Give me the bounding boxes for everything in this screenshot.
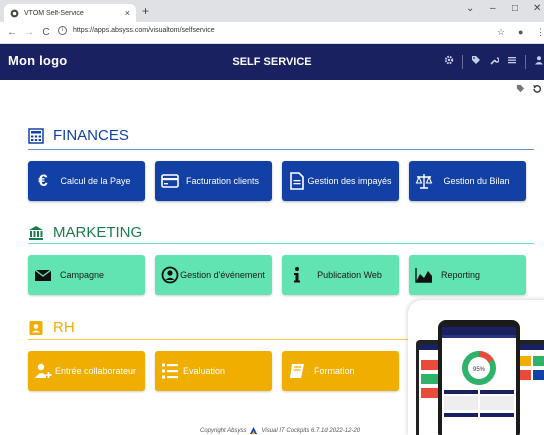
absyss-logo-icon — [250, 427, 258, 434]
tile-label: Formation — [314, 365, 355, 376]
scale-icon — [415, 174, 433, 189]
info-icon — [294, 267, 300, 283]
section-title-marketing: MARKETING — [28, 224, 142, 241]
tag-icon[interactable] — [516, 84, 525, 93]
app-header: Mon logo SELF SERVICE — [0, 44, 544, 80]
site-info-icon[interactable]: i — [58, 26, 67, 35]
new-tab-button[interactable]: + — [142, 4, 149, 18]
section-title-finances: FINANCES — [28, 127, 129, 144]
tab-title: VTOM Self-Service — [24, 9, 84, 17]
bank-icon — [29, 225, 43, 240]
id-card-icon — [29, 320, 43, 335]
maximize-button[interactable]: □ — [512, 3, 518, 14]
url-text: https://apps.absyss.com/visualtom/selfse… — [73, 27, 215, 34]
tile-label: Entrée collaborateur — [54, 365, 137, 376]
document-icon — [290, 172, 304, 190]
tile-calcul-de-la-paye[interactable]: € Calcul de la Paye — [28, 161, 145, 201]
header-divider — [462, 55, 463, 69]
person-icon — [161, 266, 179, 284]
gear-icon[interactable] — [444, 55, 454, 65]
section-title-rh: RH — [28, 319, 75, 336]
copyright-text: Copyright Absyss — [200, 427, 247, 434]
tile-formation[interactable]: Formation — [282, 351, 399, 391]
tile-entree-collaborateur[interactable]: Entrée collaborateur — [28, 351, 145, 391]
section-label: FINANCES — [53, 127, 129, 144]
add-user-icon — [35, 363, 52, 378]
tile-label: Facturation clients — [185, 175, 260, 186]
section-divider — [28, 149, 534, 150]
bookmark-star-icon[interactable]: ☆ — [497, 27, 505, 38]
version-text: Visual IT Cockpits 6.7.1d 2022-12-20 — [261, 427, 361, 434]
browser-menu-icon[interactable]: ⋮ — [536, 27, 544, 38]
browser-tab[interactable]: VTOM Self-Service × — [4, 4, 136, 22]
minimize-button[interactable]: – — [490, 3, 496, 14]
favicon-icon — [10, 9, 19, 17]
section-divider — [28, 339, 408, 340]
tile-label: Calcul de la Paye — [60, 175, 131, 186]
section-label: RH — [53, 319, 75, 336]
forward-button[interactable]: → — [24, 27, 34, 38]
section-divider — [28, 243, 534, 244]
wrench-icon[interactable] — [489, 55, 499, 65]
user-icon[interactable] — [534, 55, 544, 65]
footer: Copyright Absyss Visual IT Cockpits 6.7.… — [200, 427, 360, 434]
calculator-icon — [28, 127, 44, 144]
tile-label: Reporting — [441, 269, 481, 280]
close-window-button[interactable]: ✕ — [533, 3, 541, 14]
envelope-icon — [34, 269, 52, 281]
phones-illustration: 95% — [416, 320, 544, 435]
euro-icon: € — [38, 171, 48, 190]
tile-gestion-du-bilan[interactable]: Gestion du Bilan — [409, 161, 526, 201]
history-icon[interactable] — [532, 84, 542, 94]
reload-button[interactable]: C — [41, 27, 51, 38]
tile-label: Gestion d'événement — [180, 269, 265, 280]
tab-close-icon[interactable]: × — [125, 8, 130, 18]
profile-icon[interactable]: ● — [518, 27, 523, 37]
tile-label: Gestion du Bilan — [443, 175, 510, 186]
tile-label: Gestion des impayés — [307, 175, 392, 186]
promo-panel: 95% — [408, 300, 544, 435]
header-divider — [525, 55, 526, 69]
tile-facturation-clients[interactable]: Facturation clients — [155, 161, 272, 201]
tag-icon[interactable] — [471, 55, 481, 65]
tile-publication-web[interactable]: Publication Web — [282, 255, 399, 295]
tile-reporting[interactable]: Reporting — [409, 255, 526, 295]
browser-tab-bar: VTOM Self-Service × + ⌄ – □ ✕ — [0, 0, 544, 22]
area-chart-icon — [415, 268, 432, 283]
section-label: MARKETING — [53, 224, 143, 241]
tile-label: Evaluation — [183, 365, 226, 376]
tile-gestion-evenement[interactable]: Gestion d'événement — [155, 255, 272, 295]
card-icon — [161, 174, 179, 188]
tab-list-chevron-icon[interactable]: ⌄ — [466, 3, 474, 14]
tile-campagne[interactable]: Campagne — [28, 255, 145, 295]
address-bar: ← → C i https://apps.absyss.com/visualto… — [0, 22, 544, 44]
back-button[interactable]: ← — [7, 27, 17, 38]
list-icon[interactable] — [507, 55, 517, 65]
tile-label: Publication Web — [317, 269, 382, 280]
book-icon — [290, 364, 304, 378]
url-field[interactable]: i https://apps.absyss.com/visualtom/self… — [58, 26, 215, 35]
tile-gestion-des-impayes[interactable]: Gestion des impayés — [282, 161, 399, 201]
promo-percent: 95% — [473, 367, 486, 373]
header-toolbar — [444, 55, 544, 69]
tile-label: Campagne — [60, 269, 105, 280]
ordered-list-icon — [162, 363, 178, 379]
page-toolbar — [516, 84, 542, 94]
tile-evaluation[interactable]: Evaluation — [155, 351, 272, 391]
